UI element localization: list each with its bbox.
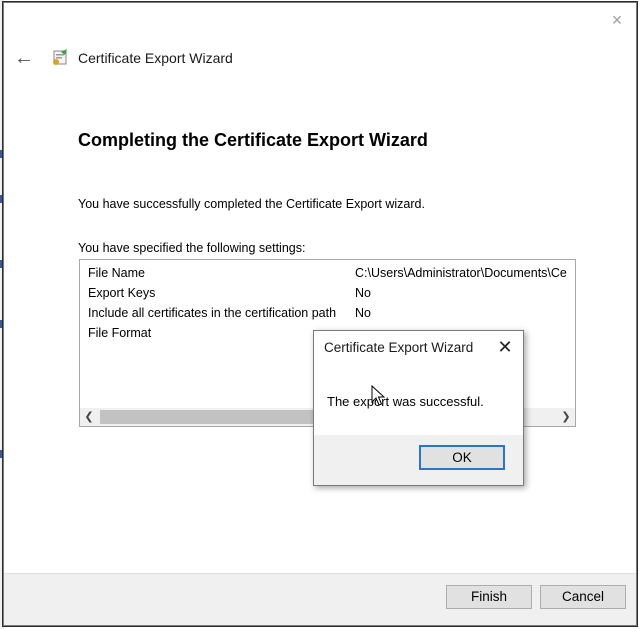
mouse-cursor-icon <box>371 385 385 406</box>
finish-button[interactable]: Finish <box>446 585 532 609</box>
cancel-button[interactable]: Cancel <box>540 585 626 609</box>
setting-key: File Name <box>88 266 145 280</box>
setting-key: File Format <box>88 326 152 340</box>
scrollbar-thumb[interactable] <box>100 410 315 424</box>
wizard-footer: Finish Cancel <box>4 573 636 625</box>
close-icon[interactable]: ✕ <box>495 337 515 357</box>
scroll-left-icon[interactable]: ❮ <box>80 408 98 426</box>
wizard-header-title: Certificate Export Wizard <box>78 50 233 66</box>
settings-row-include-certificates: Include all certificates in the certific… <box>88 306 568 326</box>
setting-key: Include all certificates in the certific… <box>88 306 337 320</box>
setting-key: Export Keys <box>88 286 156 300</box>
setting-value: C:\Users\Administrator\Documents\Ce <box>355 266 567 280</box>
dialog-footer: OK <box>314 435 523 485</box>
export-success-dialog: Certificate Export Wizard ✕ The export w… <box>313 330 524 486</box>
settings-label: You have specified the following setting… <box>78 241 306 255</box>
dialog-title: Certificate Export Wizard <box>324 340 474 355</box>
scroll-right-icon[interactable]: ❯ <box>557 408 575 426</box>
setting-value: No <box>355 306 371 320</box>
back-arrow-icon[interactable]: ← <box>14 48 34 68</box>
settings-row-file-name: File Name C:\Users\Administrator\Documen… <box>88 266 568 286</box>
certificate-export-wizard-window: × ← Certificate Export Wizard Completing… <box>3 2 637 626</box>
dialog-message: The export was successful. <box>327 394 484 409</box>
certificate-icon <box>53 49 67 65</box>
close-icon[interactable]: × <box>608 11 626 29</box>
wizard-header: ← Certificate Export Wizard <box>14 45 233 71</box>
settings-row-export-keys: Export Keys No <box>88 286 568 306</box>
setting-value: No <box>355 286 371 300</box>
success-description: You have successfully completed the Cert… <box>78 197 425 211</box>
page-title: Completing the Certificate Export Wizard <box>78 130 428 150</box>
ok-button[interactable]: OK <box>419 445 505 470</box>
